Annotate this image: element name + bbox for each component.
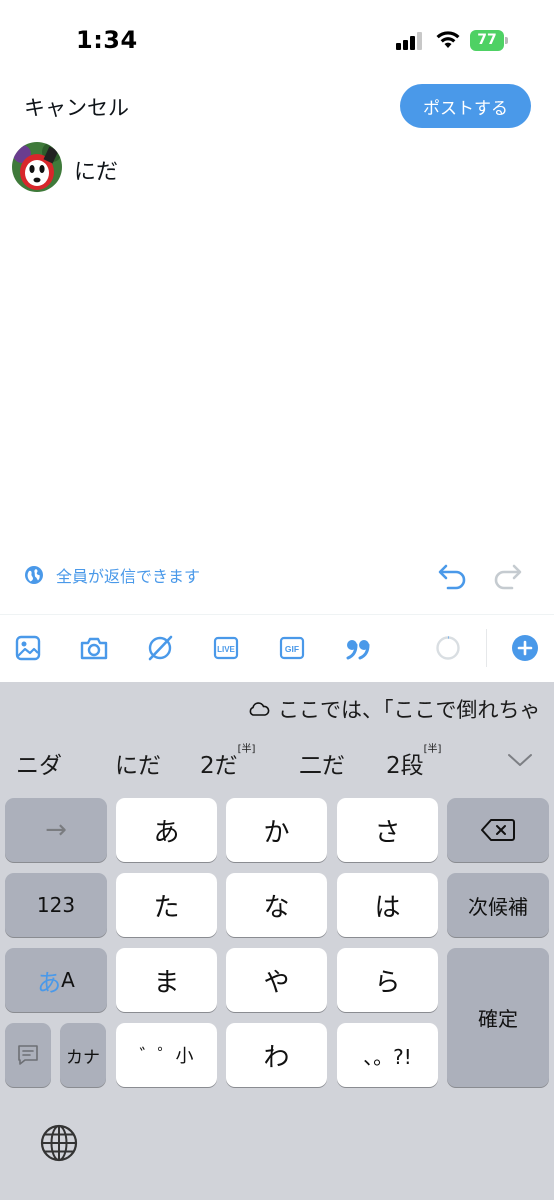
mode-kana-label: あ xyxy=(37,968,62,997)
grok-icon[interactable] xyxy=(145,633,175,663)
gif-label: GIF xyxy=(285,644,299,654)
emoji-key[interactable] xyxy=(5,1023,51,1087)
cellular-signal-icon xyxy=(396,30,424,50)
post-button[interactable]: ポストする xyxy=(400,84,531,128)
cancel-button[interactable]: キャンセル xyxy=(24,92,129,122)
battery-icon: 77 xyxy=(470,30,508,51)
globe-icon xyxy=(25,566,43,584)
redo-icon[interactable] xyxy=(492,558,524,590)
live-conversion-text: ここでは、「ここで倒れちゃ xyxy=(278,698,541,722)
compose-toolbar: LIVE GIF xyxy=(0,614,554,682)
key-a[interactable]: あ xyxy=(116,798,217,862)
image-icon[interactable] xyxy=(13,633,43,663)
next-candidate-key[interactable]: 次候補 xyxy=(447,873,549,937)
live-label: LIVE xyxy=(217,645,235,654)
add-icon[interactable] xyxy=(510,633,540,663)
confirm-key[interactable]: 確定 xyxy=(447,948,549,1087)
battery-level: 77 xyxy=(477,32,497,48)
live-conversion[interactable]: ここでは、「ここで倒れちゃ xyxy=(248,694,541,724)
reply-settings-label: 全員が返信できます xyxy=(56,567,201,586)
candidate-item[interactable]: 二だ xyxy=(299,746,345,780)
candidate-item[interactable]: にだ xyxy=(115,746,161,780)
candidate-item[interactable]: 2段[半] xyxy=(386,744,441,780)
progress-ring-icon xyxy=(433,633,463,663)
toolbar-divider xyxy=(486,629,487,667)
key-na[interactable]: な xyxy=(226,873,327,937)
key-numbers[interactable]: 123 xyxy=(5,873,107,937)
chevron-down-icon[interactable] xyxy=(506,748,534,772)
key-ka[interactable]: か xyxy=(226,798,327,862)
key-ha[interactable]: は xyxy=(337,873,438,937)
live-icon[interactable]: LIVE xyxy=(211,633,241,663)
key-ma[interactable]: ま xyxy=(116,948,217,1012)
candidate-item[interactable]: ニダ xyxy=(16,746,62,780)
key-ya[interactable]: や xyxy=(226,948,327,1012)
camera-icon[interactable] xyxy=(79,633,109,663)
dakuten-key[interactable]: ゛゜小 xyxy=(116,1023,217,1087)
key-ta[interactable]: た xyxy=(116,873,217,937)
reply-settings[interactable]: 全員が返信できます xyxy=(24,563,200,587)
input-mode-key[interactable]: あA xyxy=(5,948,107,1012)
tweet-text-input[interactable]: にだ xyxy=(74,154,118,186)
gif-icon[interactable]: GIF xyxy=(277,633,307,663)
quote-icon[interactable] xyxy=(343,633,373,663)
candidate-item[interactable]: 2だ[半] xyxy=(200,744,255,780)
message-bubble-icon xyxy=(18,1045,38,1065)
avatar-icon[interactable] xyxy=(12,142,62,192)
kana-key[interactable]: カナ xyxy=(60,1023,106,1087)
cloud-icon xyxy=(249,702,270,716)
mode-alpha-label: A xyxy=(61,968,75,992)
status-time: 1:34 xyxy=(76,26,138,54)
backspace-icon xyxy=(481,819,515,841)
key-wa[interactable]: わ xyxy=(226,1023,327,1087)
undo-icon[interactable] xyxy=(436,558,468,590)
key-arrow[interactable]: → xyxy=(5,798,107,862)
keyboard xyxy=(0,682,554,1200)
punctuation-key[interactable]: 、。?! xyxy=(337,1023,438,1087)
wifi-icon xyxy=(436,31,460,48)
key-sa[interactable]: さ xyxy=(337,798,438,862)
key-ra[interactable]: ら xyxy=(337,948,438,1012)
backspace-key[interactable] xyxy=(447,798,549,862)
globe-keyboard-icon[interactable] xyxy=(40,1124,78,1162)
